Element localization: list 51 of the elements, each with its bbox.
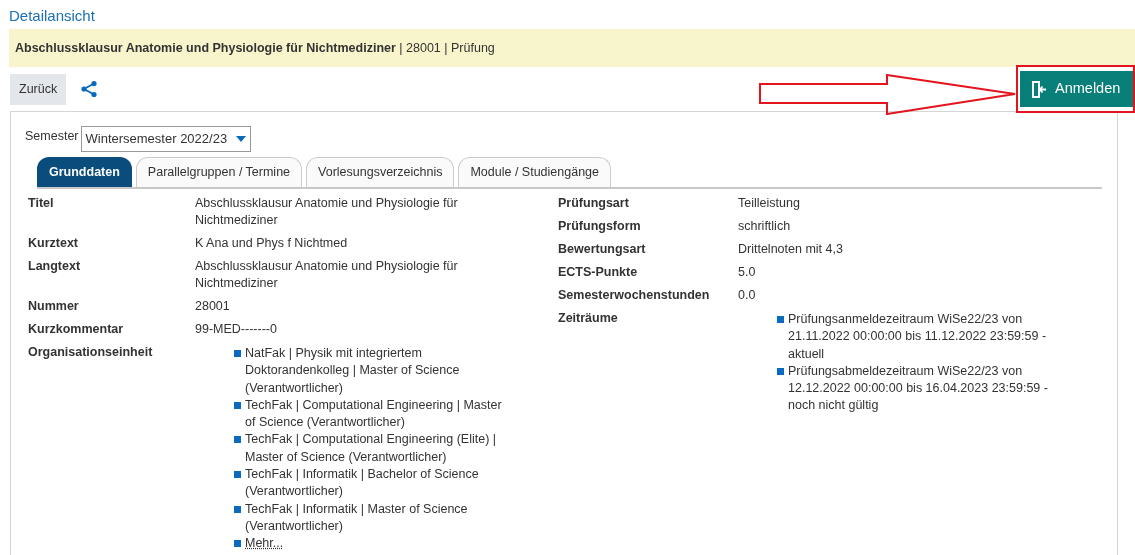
tab[interactable]: Vorlesungsverzeichnis bbox=[306, 157, 455, 187]
more-link[interactable]: Mehr... bbox=[245, 535, 284, 553]
field-label: Kurztext bbox=[28, 235, 79, 252]
back-button[interactable]: Zurück bbox=[10, 73, 67, 105]
bullet-icon bbox=[234, 540, 241, 548]
field-value: schriftlich bbox=[738, 218, 792, 235]
field-value: 5.0 bbox=[738, 264, 757, 281]
bullet-icon bbox=[234, 471, 241, 479]
door-enter-icon bbox=[1032, 80, 1047, 98]
bullet-icon bbox=[234, 436, 241, 444]
field-label: Kurzkommentar bbox=[28, 321, 125, 338]
bullet-icon bbox=[777, 316, 784, 323]
semester-dropdown[interactable]: Wintersemester 2022/23 bbox=[80, 126, 251, 152]
list-item-text: TechFak | Computational Engineering (Elite) | Master of Science (Verantwortlicher) bbox=[245, 431, 498, 466]
bullet-icon bbox=[234, 401, 241, 409]
list-item-text: TechFak | Computational Engineering | Master of Science (Verantwortlicher) bbox=[245, 396, 503, 432]
list-item-text: Prüfungsabmeldezeitraum WiSe22/23 von 12.12.2022 00:00:00 bis 16.04.2023 23:59:59 - noch nicht gültig bbox=[788, 362, 1049, 415]
field-value: 99-MED-------0 bbox=[195, 321, 278, 338]
list-item-text: TechFak | Informatik | Bachelor of Science (Verantwortlicher) bbox=[245, 466, 480, 501]
tab[interactable]: Parallelgruppen / Termine bbox=[135, 157, 303, 187]
bullet-icon bbox=[777, 367, 784, 375]
tab[interactable]: Module / Studiengänge bbox=[458, 157, 611, 187]
field-label: Semesterwochenstunden bbox=[558, 287, 711, 304]
field-label: ECTS-Punkte bbox=[558, 264, 639, 281]
list-item-text: TechFak | Informatik | Master of Science (Verantwortlicher) bbox=[245, 500, 469, 535]
field-value: Teilleistung bbox=[738, 195, 801, 212]
register-button[interactable]: Anmelden bbox=[1020, 71, 1133, 107]
list-item-text: Prüfungsanmeldezeitraum WiSe22/23 von 21.11.2022 00:00:00 bis 11.12.2022 23:59:59 - aktuell bbox=[788, 311, 1048, 363]
field-label: Langtext bbox=[28, 258, 82, 275]
semester-label: Semester bbox=[25, 128, 79, 145]
bullet-icon bbox=[234, 505, 241, 513]
field-value: 28001 bbox=[195, 298, 231, 315]
header-title: Abschlussklausur Anatomie und Physiologie für Nichtmediziner | 28001 | Prüfung bbox=[15, 39, 495, 57]
page-title: Detailansicht bbox=[8, 6, 96, 26]
bullet-icon bbox=[234, 350, 241, 357]
field-label: Prüfungsform bbox=[558, 218, 642, 235]
field-label: Zeiträume bbox=[558, 310, 619, 327]
field-label: Prüfungsart bbox=[558, 195, 630, 212]
field-label: Organisationseinheit bbox=[28, 344, 154, 361]
caret-icon bbox=[235, 136, 246, 142]
list-item-text: NatFak | Physik mit integriertem Doktorandenkolleg | Master of Science (Verantwortlicher) bbox=[245, 345, 461, 397]
field-label: Bewertungsart bbox=[558, 241, 647, 258]
share-icon[interactable] bbox=[80, 80, 99, 98]
field-value: K Ana und Phys f Nichtmed bbox=[195, 235, 349, 252]
field-value: 0.0 bbox=[738, 287, 757, 304]
field-value: Abschlussklausur Anatomie und Physiologie für Nichtmediziner bbox=[195, 258, 459, 292]
field-value: Drittelnoten mit 4,3 bbox=[738, 241, 844, 258]
field-value: Abschlussklausur Anatomie und Physiologie für Nichtmediziner bbox=[195, 195, 459, 229]
tab[interactable]: Grunddaten bbox=[37, 157, 132, 187]
field-label: Titel bbox=[28, 195, 55, 212]
field-label: Nummer bbox=[28, 298, 80, 315]
